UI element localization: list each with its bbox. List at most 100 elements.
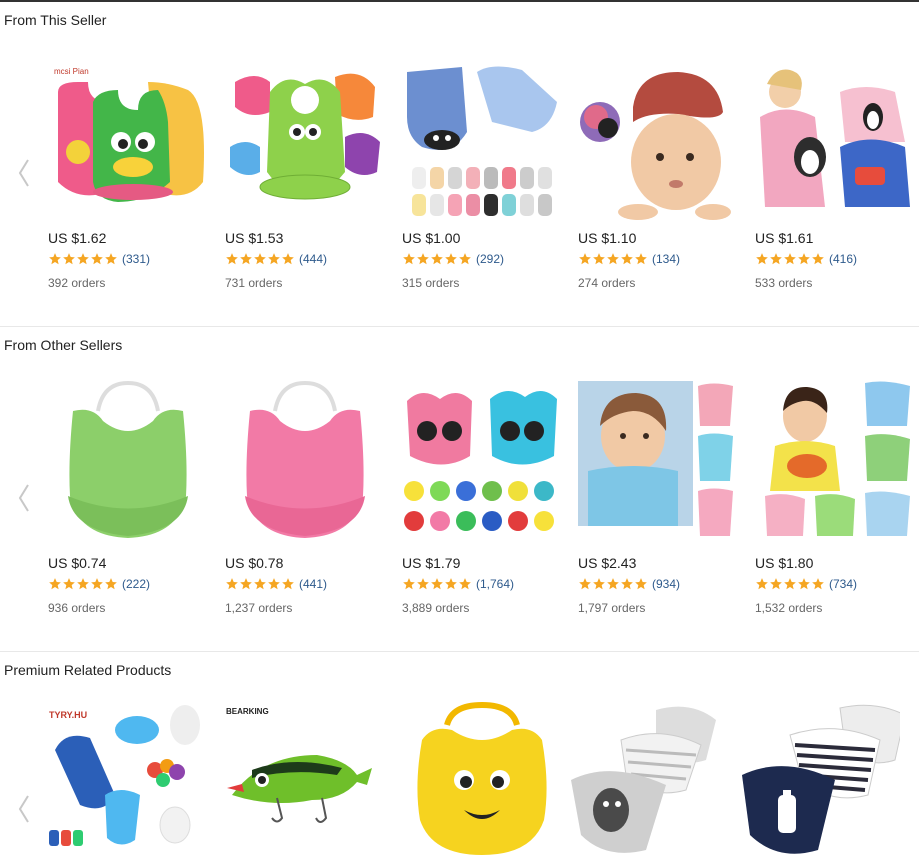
star-icon: [444, 252, 458, 266]
product-brand: BEARKING: [226, 707, 269, 716]
star-icon: [769, 252, 783, 266]
product-card[interactable]: US $0.74 (222) 936 orders: [48, 381, 208, 615]
order-count: 936 orders: [48, 601, 106, 615]
star-icon: [592, 252, 606, 266]
product-rating: (134): [578, 251, 680, 267]
star-icon: [267, 577, 281, 591]
star-icon: [606, 577, 620, 591]
rating-stars: [578, 577, 648, 591]
star-icon: [253, 252, 267, 266]
product-rating: (441): [225, 576, 327, 592]
product-card[interactable]: [566, 700, 726, 860]
star-icon: [76, 577, 90, 591]
review-count[interactable]: (134): [652, 252, 680, 266]
product-card[interactable]: [740, 700, 900, 860]
product-card[interactable]: [402, 700, 562, 860]
product-image[interactable]: mcsi Pian: [48, 62, 208, 222]
review-count[interactable]: (934): [652, 577, 680, 591]
product-card[interactable]: US $1.61 (416) 533 orders: [755, 62, 915, 290]
product-card[interactable]: US $1.53 (444) 731 orders: [225, 62, 385, 290]
star-icon: [416, 577, 430, 591]
product-image[interactable]: [740, 700, 900, 860]
product-image[interactable]: [755, 381, 915, 541]
product-image[interactable]: BEARKING: [222, 700, 382, 860]
review-count[interactable]: (416): [829, 252, 857, 266]
star-icon: [783, 252, 797, 266]
product-card[interactable]: US $2.43 (934) 1,797 orders: [578, 381, 738, 615]
star-icon: [458, 577, 472, 591]
carousel-prev-button[interactable]: [14, 792, 34, 826]
product-price: US $0.74: [48, 555, 107, 571]
product-image[interactable]: [225, 62, 385, 222]
product-image[interactable]: [578, 62, 738, 222]
review-count[interactable]: (1,764): [476, 577, 514, 591]
product-card[interactable]: US $1.79 (1,764) 3,889 orders: [402, 381, 562, 615]
review-count[interactable]: (292): [476, 252, 504, 266]
star-icon: [578, 577, 592, 591]
star-icon: [402, 252, 416, 266]
star-icon: [458, 252, 472, 266]
product-price: US $1.79: [402, 555, 461, 571]
product-image[interactable]: [402, 62, 562, 222]
star-icon: [90, 577, 104, 591]
product-image[interactable]: [402, 381, 562, 541]
star-icon: [104, 252, 118, 266]
product-rating: (331): [48, 251, 150, 267]
star-icon: [225, 577, 239, 591]
product-card[interactable]: US $1.80 (734) 1,532 orders: [755, 381, 915, 615]
star-icon: [48, 577, 62, 591]
star-icon: [225, 252, 239, 266]
product-card[interactable]: US $0.78 (441) 1,237 orders: [225, 381, 385, 615]
product-rating: (1,764): [402, 576, 514, 592]
product-image[interactable]: [755, 62, 915, 222]
product-image[interactable]: [225, 381, 385, 541]
star-icon: [62, 252, 76, 266]
product-rating: (934): [578, 576, 680, 592]
product-image[interactable]: [48, 381, 208, 541]
review-count[interactable]: (734): [829, 577, 857, 591]
rating-stars: [48, 252, 118, 266]
product-image[interactable]: [578, 381, 738, 541]
rating-stars: [402, 252, 472, 266]
product-image[interactable]: TYRY.HU: [45, 700, 205, 860]
product-card[interactable]: BEARKING: [222, 700, 382, 860]
product-brand: TYRY.HU: [49, 710, 87, 720]
product-rating: (222): [48, 576, 150, 592]
star-icon: [755, 252, 769, 266]
star-icon: [430, 577, 444, 591]
product-card[interactable]: TYRY.HU: [45, 700, 205, 860]
order-count: 533 orders: [755, 276, 813, 290]
section-divider: [0, 326, 919, 327]
order-count: 274 orders: [578, 276, 636, 290]
star-icon: [755, 577, 769, 591]
star-icon: [811, 577, 825, 591]
order-count: 1,237 orders: [225, 601, 293, 615]
star-icon: [634, 252, 648, 266]
star-icon: [620, 252, 634, 266]
review-count[interactable]: (222): [122, 577, 150, 591]
product-image[interactable]: [402, 700, 562, 860]
product-card[interactable]: US $1.00 (292) 315 orders: [402, 62, 562, 290]
rating-stars: [48, 577, 118, 591]
rating-stars: [225, 252, 295, 266]
product-card[interactable]: US $1.10 (134) 274 orders: [578, 62, 738, 290]
rating-stars: [225, 577, 295, 591]
order-count: 3,889 orders: [402, 601, 470, 615]
carousel-prev-button[interactable]: [14, 156, 34, 190]
review-count[interactable]: (444): [299, 252, 327, 266]
carousel-prev-button[interactable]: [14, 481, 34, 515]
section-title-from-other-sellers: From Other Sellers: [4, 337, 123, 353]
section-title-premium-related-products: Premium Related Products: [4, 662, 172, 678]
product-card[interactable]: mcsi Pian US $1.62 (331) 392 orders: [48, 62, 208, 290]
order-count: 731 orders: [225, 276, 283, 290]
product-price: US $1.00: [402, 230, 461, 246]
section-divider: [0, 651, 919, 652]
star-icon: [267, 252, 281, 266]
review-count[interactable]: (331): [122, 252, 150, 266]
review-count[interactable]: (441): [299, 577, 327, 591]
star-icon: [578, 252, 592, 266]
star-icon: [239, 577, 253, 591]
svg-text:mcsi Pian: mcsi Pian: [54, 67, 89, 76]
star-icon: [416, 252, 430, 266]
product-image[interactable]: [566, 700, 726, 860]
